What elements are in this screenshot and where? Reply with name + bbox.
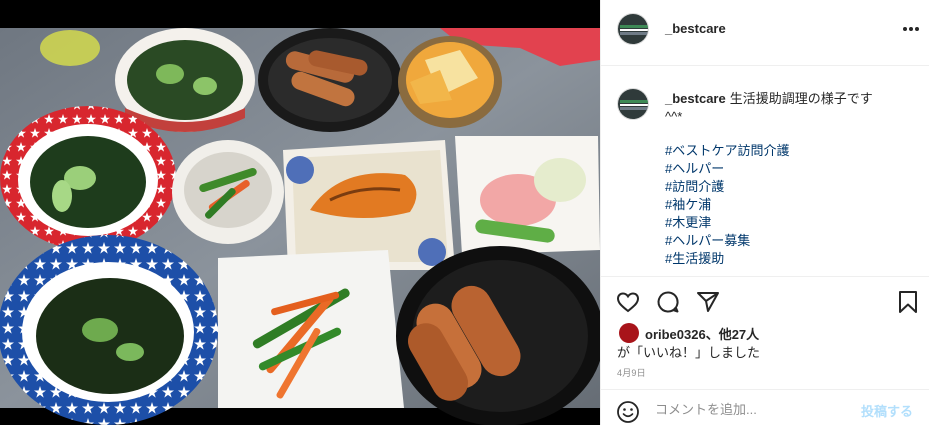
profile-avatar[interactable] bbox=[617, 13, 649, 45]
more-options-icon[interactable] bbox=[899, 19, 923, 39]
likes-suffix: が「いいね！」しました bbox=[617, 345, 761, 360]
avatar-image bbox=[618, 89, 648, 119]
paper-plane-icon[interactable] bbox=[695, 289, 721, 315]
hashtag-link[interactable]: #ヘルパー bbox=[665, 160, 915, 178]
post-actions bbox=[601, 276, 929, 326]
comment-bubble-icon[interactable] bbox=[655, 289, 681, 315]
comment-bar: 投稿する bbox=[601, 389, 929, 425]
liker-username[interactable]: oribe0326 bbox=[645, 327, 706, 342]
post-header: _bestcare bbox=[601, 0, 929, 66]
hashtag-list: #ベストケア訪問介護 #ヘルパー #訪問介護 #袖ケ浦 #木更津 #ヘルパー募集… bbox=[665, 142, 915, 268]
bookmark-icon[interactable] bbox=[895, 289, 921, 315]
likes-others[interactable]: 、他27人 bbox=[706, 327, 759, 342]
caption-body: 生活援助調理の様子です bbox=[729, 91, 873, 106]
emoji-smile-icon[interactable] bbox=[615, 399, 641, 425]
caption-avatar[interactable] bbox=[617, 88, 649, 120]
post-photo[interactable] bbox=[0, 0, 600, 425]
post-sidebar: _bestcare _bestcare 生活援助調理の様子です ^^* #ベストケ… bbox=[600, 0, 929, 425]
post-comment-button[interactable]: 投稿する bbox=[861, 401, 913, 420]
likes-summary: oribe0326、他27人 が「いいね！」しました bbox=[601, 320, 929, 360]
liker-avatar[interactable] bbox=[619, 323, 639, 343]
hashtag-link[interactable]: #ベストケア訪問介護 bbox=[665, 142, 915, 160]
post-caption: _bestcare 生活援助調理の様子です ^^* #ベストケア訪問介護 #ヘルパ… bbox=[601, 66, 929, 276]
hashtag-link[interactable]: #ヘルパー募集 bbox=[665, 232, 915, 250]
heart-icon[interactable] bbox=[615, 289, 641, 315]
caption-text: _bestcare 生活援助調理の様子です ^^* bbox=[665, 90, 915, 126]
comment-input[interactable] bbox=[655, 398, 855, 420]
caption-emoticon: ^^* bbox=[665, 109, 683, 124]
hashtag-link[interactable]: #袖ケ浦 bbox=[665, 196, 915, 214]
hashtag-link[interactable]: #生活援助 bbox=[665, 250, 915, 268]
hashtag-link[interactable]: #木更津 bbox=[665, 214, 915, 232]
avatar-image bbox=[618, 14, 648, 44]
post-photo-image bbox=[0, 0, 600, 425]
hashtag-link[interactable]: #訪問介護 bbox=[665, 178, 915, 196]
caption-username[interactable]: _bestcare bbox=[665, 91, 726, 106]
likes-line: oribe0326、他27人 bbox=[645, 324, 759, 343]
profile-username[interactable]: _bestcare bbox=[665, 21, 726, 36]
post-date[interactable]: 4月9日 bbox=[617, 366, 646, 379]
